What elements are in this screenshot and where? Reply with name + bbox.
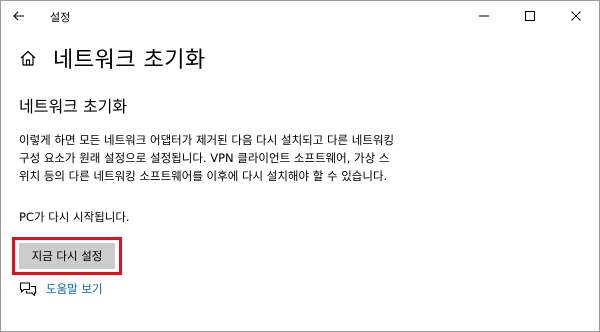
minimize-button[interactable] xyxy=(461,1,507,31)
title-bar: 설정 xyxy=(1,1,599,31)
maximize-button[interactable] xyxy=(507,1,553,31)
minimize-icon xyxy=(479,15,489,17)
section-title: 네트워크 초기화 xyxy=(19,97,128,116)
help-link[interactable]: 도움말 보기 xyxy=(46,281,103,297)
page-header: 네트워크 초기화 xyxy=(19,41,206,75)
chat-help-icon xyxy=(19,282,37,297)
close-icon xyxy=(571,11,581,21)
maximize-icon xyxy=(525,11,535,21)
home-icon[interactable] xyxy=(19,49,37,67)
back-button[interactable] xyxy=(9,6,29,26)
restart-note: PC가 다시 시작됩니다. xyxy=(19,210,130,224)
help-row[interactable]: 도움말 보기 xyxy=(19,280,103,298)
close-button[interactable] xyxy=(553,1,599,31)
description-text: 이렇게 하면 모든 네트워크 어댑터가 제거된 다음 다시 설치되고 다른 네트… xyxy=(19,133,395,183)
reset-now-button[interactable]: 지금 다시 설정 xyxy=(19,243,115,269)
app-title: 설정 xyxy=(50,11,71,24)
settings-window: 설정 네트워크 초기화 네트워크 초기화 이렇게 하면 모든 네트워크 어댑터가… xyxy=(0,0,600,332)
back-arrow-icon xyxy=(13,11,24,21)
page-title: 네트워크 초기화 xyxy=(53,48,206,73)
